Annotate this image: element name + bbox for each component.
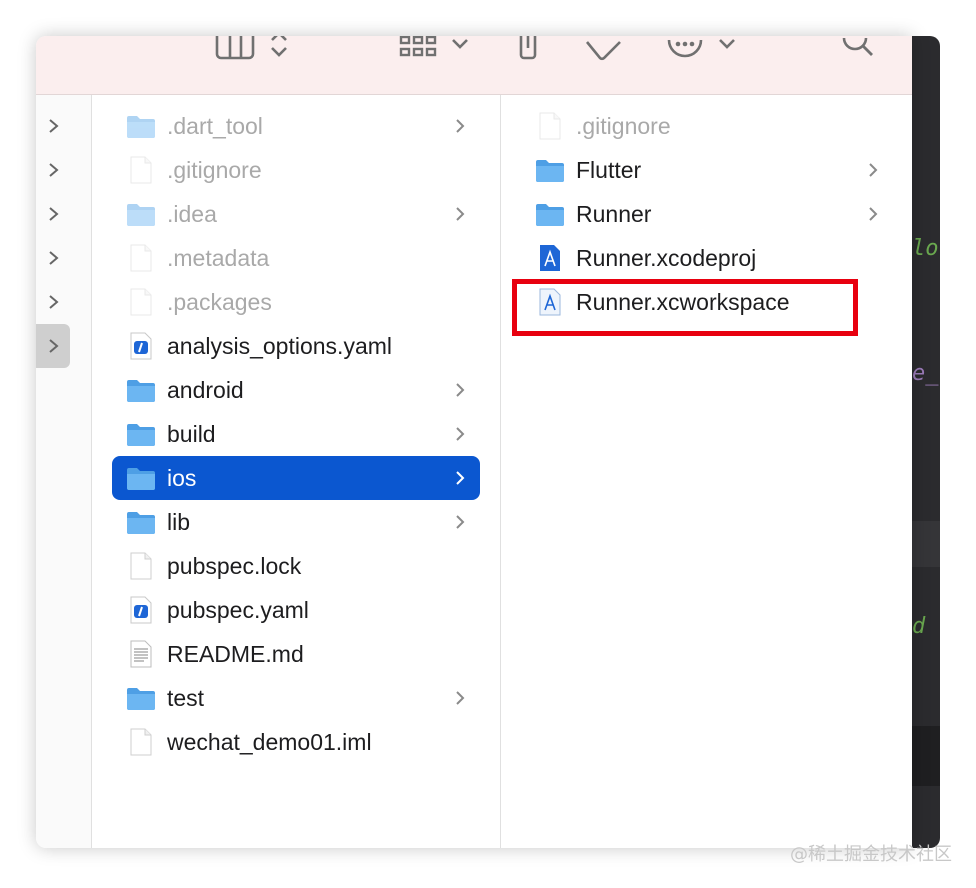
file-icon — [126, 156, 156, 184]
item-label: Flutter — [576, 157, 642, 183]
file-icon — [126, 244, 156, 272]
chevron-right-icon — [49, 207, 59, 221]
column-ios: .gitignore Flutter Runner Runner.xcodeproj R… — [501, 95, 912, 848]
folder-icon — [535, 156, 565, 184]
project-item-metadata[interactable]: .metadata — [112, 236, 480, 280]
folder-icon — [126, 376, 156, 404]
screenshot-stage: lo e_ d .dart_tool .gitignore .idea .met… — [0, 0, 976, 888]
disclosure-chevron-icon — [867, 161, 879, 179]
item-label: build — [167, 421, 216, 447]
project-item-readme-md[interactable]: README.md — [112, 632, 480, 676]
columns-view-icon[interactable] — [214, 36, 256, 62]
project-item-analysis-options-yaml[interactable]: analysis_options.yaml — [112, 324, 480, 368]
project-item-pubspec-yaml[interactable]: pubspec.yaml — [112, 588, 480, 632]
more-dropdown-icon[interactable] — [717, 36, 737, 62]
file-icon — [126, 288, 156, 316]
disclosure-chevron-icon — [454, 425, 466, 443]
folder-icon — [126, 200, 156, 228]
column-root — [36, 95, 92, 848]
project-item-idea[interactable]: .idea — [112, 192, 480, 236]
root-row[interactable] — [36, 148, 92, 192]
chevron-right-icon — [49, 251, 59, 265]
chevron-right-icon — [49, 119, 59, 133]
root-row[interactable] — [36, 104, 92, 148]
yaml-file-icon — [126, 332, 156, 360]
yaml-file-icon — [126, 596, 156, 624]
text-document-icon — [126, 640, 156, 668]
tag-icon[interactable] — [583, 36, 625, 62]
project-item-lib[interactable]: lib — [112, 500, 480, 544]
folder-icon — [126, 508, 156, 536]
file-icon — [535, 112, 565, 140]
item-label: .gitignore — [576, 113, 671, 139]
ios-item-flutter[interactable]: Flutter — [521, 148, 893, 192]
item-label: .idea — [167, 201, 217, 227]
project-item-ios[interactable]: ios — [112, 456, 480, 500]
item-label: .packages — [167, 289, 272, 315]
root-row[interactable] — [36, 192, 92, 236]
project-item-packages[interactable]: .packages — [112, 280, 480, 324]
folder-icon — [535, 200, 565, 228]
file-icon — [126, 552, 156, 580]
ios-item-gitignore[interactable]: .gitignore — [521, 104, 893, 148]
item-label: test — [167, 685, 205, 711]
disclosure-chevron-icon — [454, 381, 466, 399]
item-label: wechat_demo01.iml — [167, 729, 372, 755]
root-row-selected[interactable] — [36, 324, 70, 368]
item-label: pubspec.yaml — [167, 597, 309, 623]
finder-window: .dart_tool .gitignore .idea .metadata .packa… — [36, 36, 912, 848]
item-label: Runner.xcodeproj — [576, 245, 757, 271]
xcodeproj-icon — [535, 244, 565, 272]
folder-icon — [126, 112, 156, 140]
item-label: lib — [167, 509, 191, 535]
project-item-android[interactable]: android — [112, 368, 480, 412]
item-label: README.md — [167, 641, 304, 667]
item-label: analysis_options.yaml — [167, 333, 393, 359]
annotation-highlight-box — [512, 279, 858, 336]
item-label: .gitignore — [167, 157, 262, 183]
root-row[interactable] — [36, 236, 92, 280]
folder-icon — [126, 684, 156, 712]
search-icon[interactable] — [840, 36, 876, 62]
view-switch-icon[interactable] — [268, 36, 290, 62]
project-item-wechat-demo01-iml[interactable]: wechat_demo01.iml — [112, 720, 480, 764]
item-label: .metadata — [167, 245, 270, 271]
finder-toolbar — [36, 36, 912, 95]
watermark: @稀土掘金技术社区 — [790, 844, 952, 865]
project-item-test[interactable]: test — [112, 676, 480, 720]
ios-item-runner-xcodeproj[interactable]: Runner.xcodeproj — [521, 236, 893, 280]
disclosure-chevron-icon — [867, 205, 879, 223]
file-icon — [126, 728, 156, 756]
project-item-gitignore[interactable]: .gitignore — [112, 148, 480, 192]
project-item-build[interactable]: build — [112, 412, 480, 456]
group-grid-icon[interactable] — [399, 36, 437, 62]
folder-icon — [126, 464, 156, 492]
folder-icon — [126, 420, 156, 448]
item-label: Runner — [576, 201, 652, 227]
column-project: .dart_tool .gitignore .idea .metadata .packa… — [92, 95, 501, 848]
chevron-right-icon — [49, 339, 59, 353]
project-item-pubspec-lock[interactable]: pubspec.lock — [112, 544, 480, 588]
project-item-dart-tool[interactable]: .dart_tool — [112, 104, 480, 148]
group-dropdown-icon[interactable] — [450, 36, 470, 62]
disclosure-chevron-icon — [454, 689, 466, 707]
chevron-right-icon — [49, 163, 59, 177]
root-row[interactable] — [36, 280, 92, 324]
disclosure-chevron-icon — [454, 205, 466, 223]
disclosure-chevron-icon — [454, 117, 466, 135]
disclosure-chevron-icon — [454, 469, 466, 487]
item-label: ios — [167, 465, 197, 491]
more-actions-icon[interactable] — [666, 36, 704, 62]
ios-item-runner[interactable]: Runner — [521, 192, 893, 236]
item-label: pubspec.lock — [167, 553, 302, 579]
item-label: android — [167, 377, 244, 403]
chevron-right-icon — [49, 295, 59, 309]
disclosure-chevron-icon — [454, 513, 466, 531]
item-label: .dart_tool — [167, 113, 263, 139]
share-icon[interactable] — [512, 36, 544, 62]
